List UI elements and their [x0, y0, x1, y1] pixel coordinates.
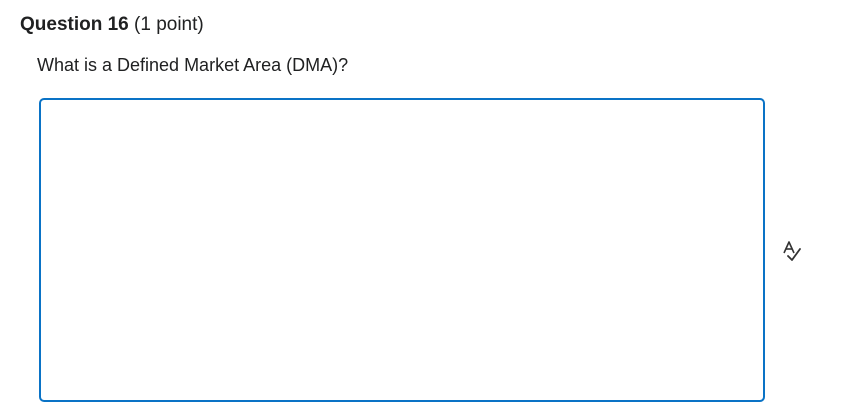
answer-box	[39, 98, 765, 402]
spellcheck-icon[interactable]	[781, 240, 803, 262]
question-points: (1 point)	[134, 14, 204, 35]
question-prompt: What is a Defined Market Area (DMA)?	[37, 55, 349, 75]
answer-textarea[interactable]	[41, 100, 763, 400]
question-header: Question 16 (1 point)	[20, 13, 204, 37]
question-title: Question 16	[20, 14, 129, 35]
